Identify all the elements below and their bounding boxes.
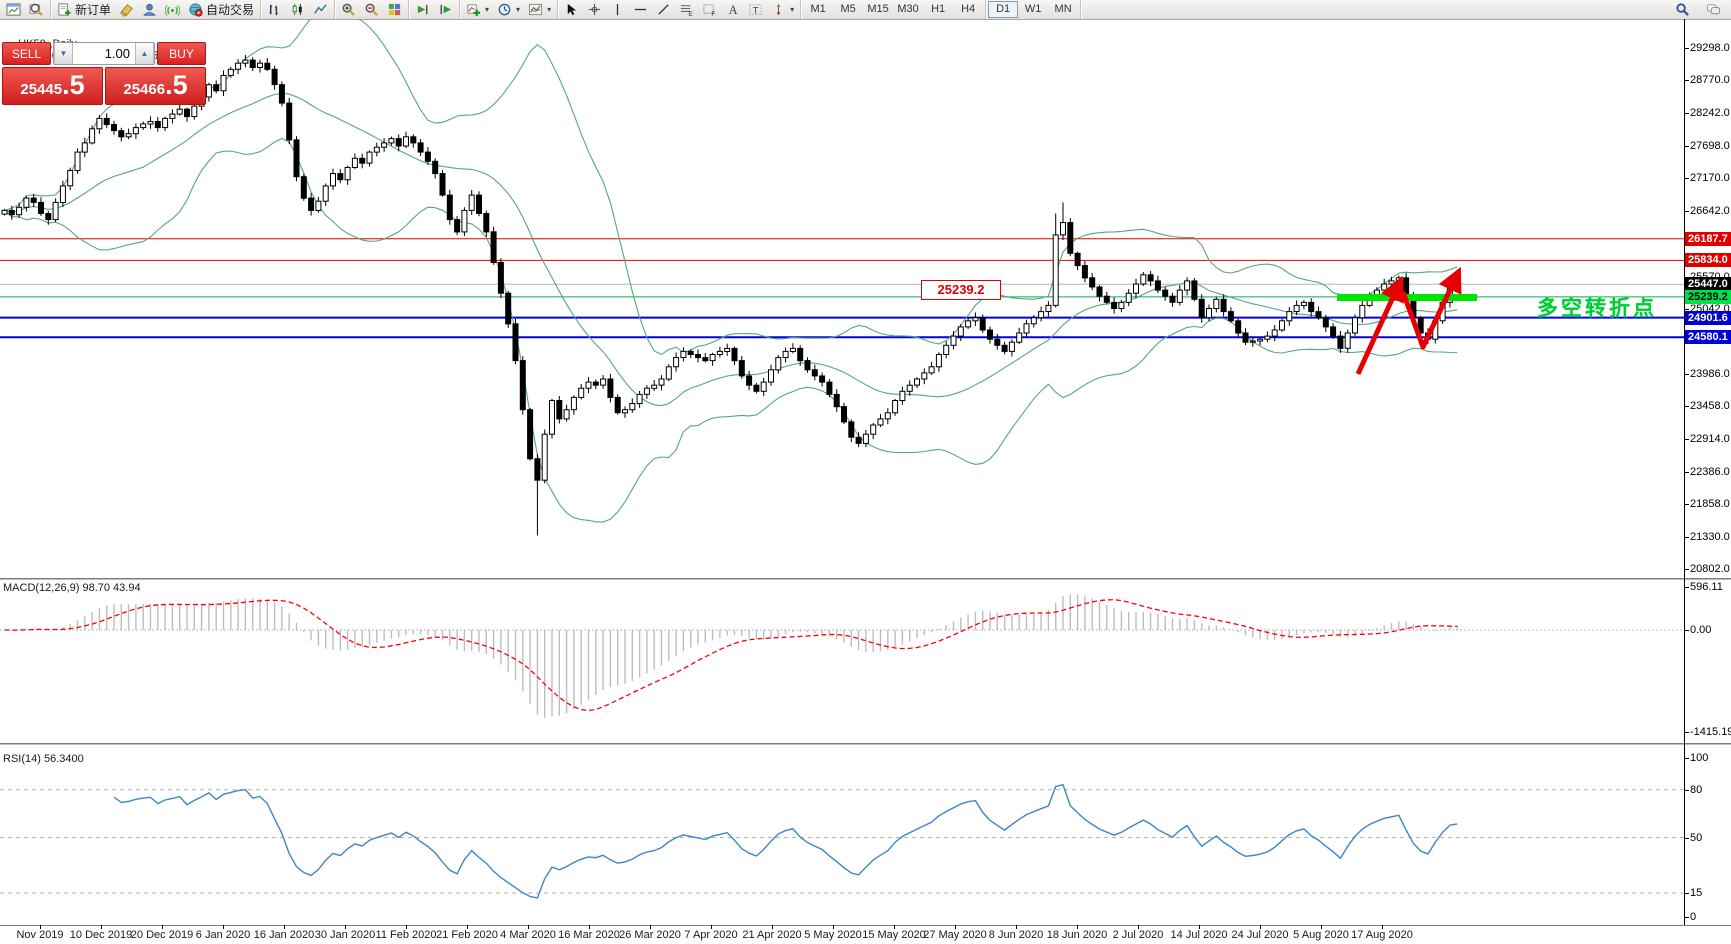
volume-increase-button[interactable]: ▲	[135, 43, 154, 64]
price-level-label: 24901.6	[1685, 311, 1731, 325]
mt4-window: 新订单自动交易▾▾▾EFAT▾M1M5M15M30H1H4D1W1MN HK50…	[0, 0, 1731, 944]
sell-price-dec: .5	[62, 70, 85, 100]
rsi-line	[113, 783, 1458, 899]
price-level-label: 25834.0	[1685, 253, 1731, 267]
chart-plot-area[interactable]	[0, 0, 1731, 944]
rsi-pane	[0, 783, 1684, 899]
buy-price-dec: .5	[165, 70, 188, 100]
price-level-label: 24580.1	[1685, 330, 1731, 344]
volume-stepper[interactable]: ▼ 1.00 ▲	[53, 42, 155, 65]
price-level-label: 25239.2	[1685, 290, 1731, 304]
buy-button[interactable]: BUY	[157, 42, 206, 65]
sell-price-button[interactable]: 25445.5	[2, 67, 103, 105]
volume-decrease-button[interactable]: ▼	[54, 43, 73, 64]
macd-histogram	[0, 594, 1684, 718]
buy-price-int: 25466	[123, 81, 166, 98]
one-click-trading-panel: SELL ▼ 1.00 ▲ BUY 25445.5 25466.5	[2, 42, 206, 105]
price-level-label: 26187.7	[1685, 232, 1731, 246]
sell-price-int: 25445	[20, 81, 63, 98]
level-lines	[0, 238, 1684, 339]
price-callout-25239[interactable]: 25239.2	[921, 280, 1001, 300]
turning-point-annotation[interactable]: 多空转折点	[1537, 292, 1657, 322]
sell-button[interactable]: SELL	[2, 42, 51, 65]
buy-price-button[interactable]: 25466.5	[105, 67, 206, 105]
volume-value[interactable]: 1.00	[73, 43, 135, 64]
macd-signal-line	[4, 599, 1458, 712]
candles	[1, 55, 1461, 536]
price-level-label: 25447.0	[1685, 277, 1731, 291]
